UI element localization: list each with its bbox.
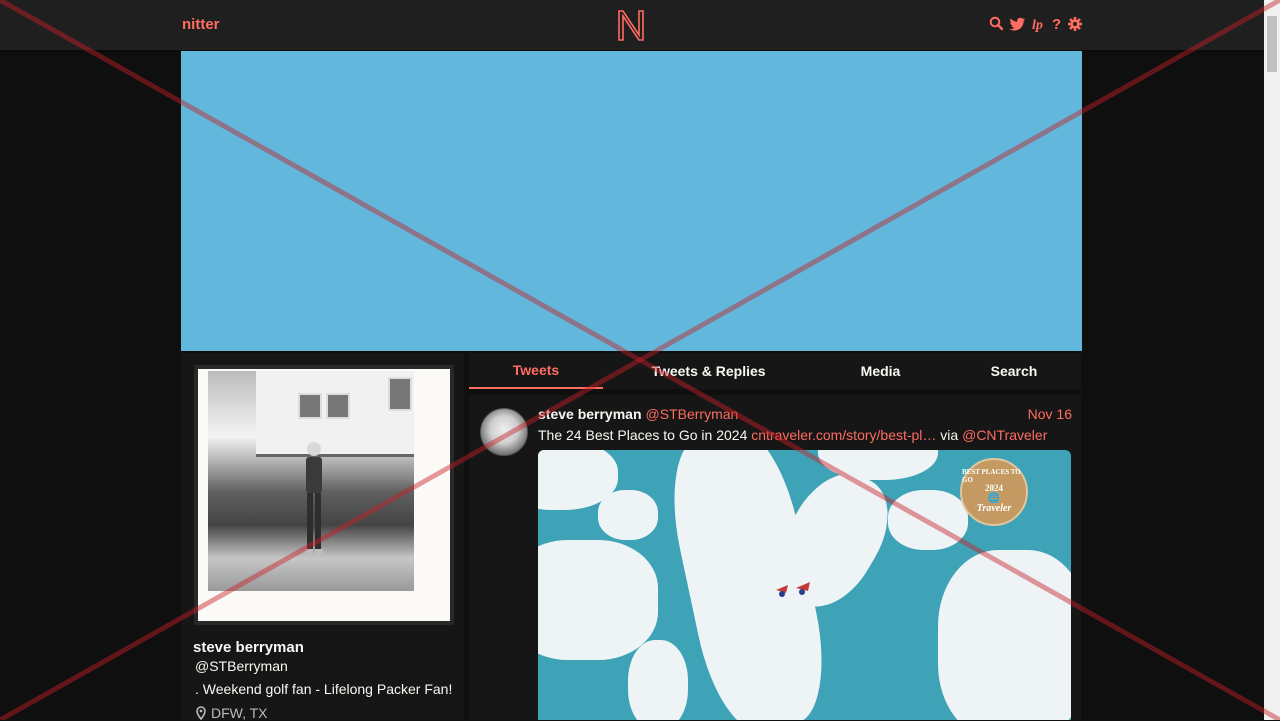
twitter-bird-icon[interactable] <box>1009 15 1026 33</box>
badge-line1: BEST PLACES TO GO <box>962 468 1021 484</box>
tweet-item[interactable]: steve berryman @STBerryman Nov 16 The 24 … <box>469 395 1081 720</box>
tweet-mention[interactable]: @CNTraveler <box>962 427 1047 443</box>
best-places-badge: BEST PLACES TO GO 2024 🌐 Traveler <box>960 458 1028 526</box>
avatar-house-image <box>256 371 414 457</box>
tab-tweets[interactable]: Tweets <box>469 353 603 389</box>
profile-location: DFW, TX <box>195 705 268 721</box>
search-icon[interactable] <box>989 15 1003 33</box>
tab-search[interactable]: Search <box>947 353 1081 389</box>
tweet-link[interactable]: cntraveler.com/story/best-pl… <box>751 427 936 443</box>
tab-media[interactable]: Media <box>814 353 947 389</box>
avatar-photo <box>208 371 414 591</box>
timeline-tabs: Tweets Tweets & Replies Media Search <box>469 353 1081 389</box>
profile-location-text: DFW, TX <box>211 705 268 721</box>
profile-card: steve berryman @STBerryman . Weekend gol… <box>182 353 464 721</box>
svg-text:lp: lp <box>1032 18 1043 33</box>
help-icon[interactable]: ? <box>1052 15 1062 33</box>
tweet-content: The 24 Best Places to Go in 2024 cntrave… <box>538 427 1047 443</box>
tweet-username[interactable]: @STBerryman <box>646 406 739 422</box>
tweet-media-image[interactable]: BEST PLACES TO GO 2024 🌐 Traveler <box>538 450 1071 720</box>
top-navbar: nitter lp ? <box>0 0 1264 50</box>
settings-gear-icon[interactable] <box>1068 15 1082 33</box>
scrollbar-thumb[interactable] <box>1267 16 1277 72</box>
profile-avatar[interactable] <box>194 365 454 625</box>
profile-banner[interactable] <box>181 51 1082 351</box>
nav-icon-bar: lp ? <box>989 15 1082 33</box>
badge-brand: Traveler <box>976 503 1012 515</box>
tab-tweets-replies[interactable]: Tweets & Replies <box>603 353 814 389</box>
lp-icon[interactable]: lp <box>1032 15 1046 33</box>
profile-username[interactable]: @STBerryman <box>195 658 288 674</box>
page-scrollbar[interactable] <box>1264 0 1280 720</box>
tweet-date[interactable]: Nov 16 <box>1028 406 1072 422</box>
kayakers-figure <box>776 582 810 597</box>
svg-text:?: ? <box>1052 16 1061 33</box>
avatar-child-figure <box>305 442 323 555</box>
nitter-home-link[interactable]: nitter <box>182 16 220 33</box>
tweet-text-via: via <box>936 427 963 443</box>
tweet-fullname[interactable]: steve berryman <box>538 406 642 422</box>
profile-bio: . Weekend golf fan - Lifelong Packer Fan… <box>195 681 453 697</box>
tweet-avatar[interactable] <box>480 408 528 456</box>
tweet-text: The 24 Best Places to Go in 2024 <box>538 427 752 443</box>
location-pin-icon <box>196 706 206 720</box>
profile-fullname[interactable]: steve berryman <box>193 639 304 656</box>
tweet-header: steve berryman @STBerryman Nov 16 <box>538 406 1072 422</box>
nitter-logo-icon[interactable] <box>616 8 646 42</box>
